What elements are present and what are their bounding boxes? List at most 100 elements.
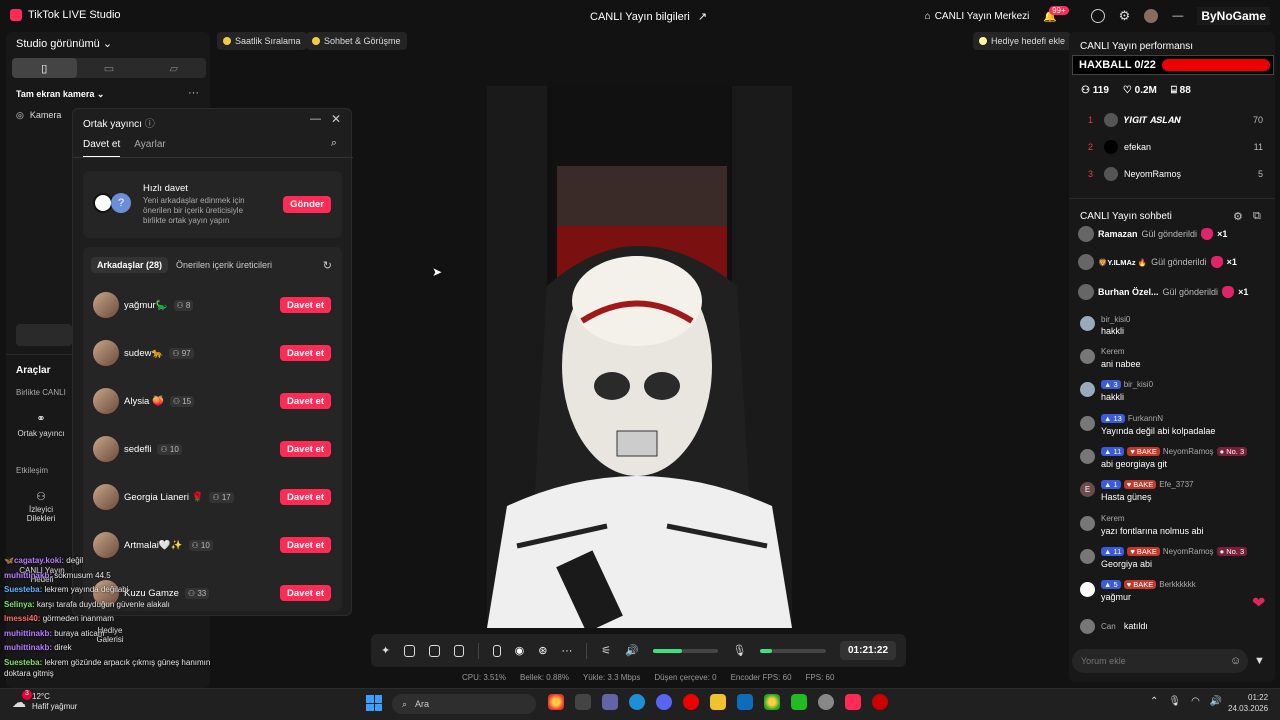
folder-icon[interactable] xyxy=(710,694,726,710)
chat-user: ▲ 3 bir_kisi0 xyxy=(1101,380,1153,389)
mail-icon[interactable] xyxy=(737,694,753,710)
landscape-layout-button[interactable]: ▭ xyxy=(77,58,142,78)
magic-wand-icon[interactable]: ✦ xyxy=(381,644,390,657)
chat-user: ▲ 11 ♥ BAKE NeyomRamoş ● No. 3 xyxy=(1101,447,1248,456)
gift-goal-chip[interactable]: Hediye hedefi ekle xyxy=(973,32,1072,50)
viewer-requests-tool[interactable]: ⚇ İzleyici Dilekleri xyxy=(12,490,70,530)
wifi-icon[interactable]: ◠ xyxy=(1191,696,1200,707)
chrome-profile-icon[interactable] xyxy=(764,694,780,710)
notifications-button[interactable]: 🔔 99+ xyxy=(1043,5,1076,23)
opera-icon[interactable] xyxy=(683,694,699,710)
portrait-layout-button[interactable]: ▯ xyxy=(12,58,77,78)
scene-dropdown[interactable]: Tam ekran kamera ⌄ xyxy=(16,89,104,100)
gear-icon[interactable]: ⚙ xyxy=(1233,210,1243,223)
divider xyxy=(73,157,353,158)
chat-message[interactable]: Kerem yazı fontlarına nolmus abi xyxy=(1080,514,1270,540)
popout-icon[interactable]: ⧉ xyxy=(1253,210,1261,223)
more-icon[interactable]: ··· xyxy=(188,87,199,99)
comment-input[interactable] xyxy=(1072,649,1248,673)
capture-icon[interactable]: ⊛ xyxy=(538,644,547,657)
help-icon[interactable] xyxy=(1090,9,1105,23)
emoji-icon[interactable]: ☺ xyxy=(1230,655,1241,667)
effects-icon[interactable] xyxy=(404,644,415,657)
help-icon[interactable]: ⓘ xyxy=(145,119,155,130)
chat-message[interactable]: ▲ 11 ♥ BAKE NeyomRamoş ● No. 3 Georgiya abi xyxy=(1080,547,1270,573)
refresh-icon[interactable]: ↻ xyxy=(323,259,332,272)
avatar: E xyxy=(1080,482,1095,497)
record-icon[interactable]: ◉ xyxy=(515,644,525,657)
volume-slider[interactable] xyxy=(652,648,719,653)
avatar[interactable] xyxy=(1144,9,1159,23)
clock[interactable]: 01:22 24.03.2026 xyxy=(1228,692,1268,714)
ranking-row[interactable]: 3 NeyomRamoş 5 xyxy=(1088,164,1263,184)
quick-invite-card: ? Hızlı davet Yeni arkadaşlar edinmek iç… xyxy=(83,171,342,238)
file-explorer-icon[interactable] xyxy=(575,694,591,710)
invite-button[interactable]: Davet et xyxy=(280,297,331,313)
tab-invite[interactable]: Davet et xyxy=(83,139,121,158)
add-source-button[interactable] xyxy=(16,324,72,346)
ranking-row[interactable]: 1 𝒀𝑰𝑮𝑰𝑻 𝑨𝑺𝑳𝑨𝑵 70 xyxy=(1088,110,1263,130)
streamer-preview-image xyxy=(487,86,792,628)
taskbar-search[interactable]: ⌕ Ara xyxy=(392,694,536,714)
invite-button[interactable]: Davet et xyxy=(280,585,331,601)
add-media-icon[interactable] xyxy=(453,644,465,657)
minimize-icon[interactable]: — xyxy=(310,113,321,125)
chat-message[interactable]: Kerem ani nabee xyxy=(1080,347,1270,373)
live-info-button[interactable]: CANLI Yayın bilgileri ↗ xyxy=(590,10,707,24)
status-line: CPU: 3.51% Bellek: 0.88% Yükle: 3.3 Mbps… xyxy=(462,673,834,682)
chevron-up-icon[interactable]: ⌃ xyxy=(1150,696,1158,707)
chat-message[interactable]: ▲ 5 ♥ BAKE Berkkkkkk yağmur xyxy=(1080,580,1270,606)
studio-view-label: Studio görünümü xyxy=(16,38,100,50)
search-icon[interactable]: ⌕ xyxy=(331,137,337,150)
teams-icon[interactable] xyxy=(602,694,618,710)
chat-message[interactable]: E ▲ 1 ♥ BAKE Efe_3737 Hasta güneş xyxy=(1080,480,1270,506)
invite-button[interactable]: Davet et xyxy=(280,537,331,553)
overlay-chat-line: doktara gitmiş xyxy=(4,669,54,678)
ranking-row[interactable]: 2 efekan 11 xyxy=(1088,137,1263,157)
chat-message[interactable]: ▲ 11 ♥ BAKE NeyomRamoş ● No. 3 abi georgiaya… xyxy=(1080,447,1270,473)
speaker-icon[interactable]: 🔊 xyxy=(625,644,639,657)
invite-button[interactable]: Davet et xyxy=(280,345,331,361)
overlay-text: doktara gitmiş xyxy=(4,669,54,678)
phone-icon[interactable] xyxy=(493,644,501,657)
hourly-ranking-chip[interactable]: Saatlik Sıralama xyxy=(217,32,307,50)
chat-meet-chip[interactable]: Sohbet & Görüşme xyxy=(306,32,407,50)
discord-icon[interactable] xyxy=(656,694,672,710)
invite-button[interactable]: Davet et xyxy=(280,489,331,505)
cohost-tool[interactable]: ⚭ Ortak yayıncı xyxy=(12,412,70,452)
microphone-icon[interactable]: 🎙 xyxy=(1168,696,1181,707)
gear-icon[interactable]: ⚙ xyxy=(1119,8,1131,24)
avatar xyxy=(1104,167,1118,181)
chat-message[interactable]: ▲ 13 FurkannN Yayında değil abi kolpadalae xyxy=(1080,414,1270,440)
live-center-button[interactable]: ⌂ CANLI Yayın Merkezi xyxy=(925,11,1030,22)
mic-slider[interactable] xyxy=(760,648,826,653)
chrome-icon[interactable] xyxy=(548,694,564,710)
invite-button[interactable]: Davet et xyxy=(280,441,331,457)
viewer-requests-label: İzleyici Dilekleri xyxy=(26,505,56,523)
tab-settings[interactable]: Ayarlar xyxy=(134,139,166,158)
steam-icon[interactable] xyxy=(818,694,834,710)
camera-source[interactable]: ◎ Kamera xyxy=(16,110,61,121)
mixer-icon[interactable]: ⚟ xyxy=(601,644,611,657)
youtube-icon[interactable] xyxy=(872,694,888,710)
speaker-icon[interactable]: 🔊 xyxy=(1210,696,1222,707)
windows-start-icon[interactable] xyxy=(366,695,382,711)
send-button[interactable]: Gönder xyxy=(283,196,331,213)
edge-icon[interactable] xyxy=(629,694,645,710)
studio-view-dropdown[interactable]: Studio görünümü ⌄ xyxy=(16,37,112,50)
weather-widget[interactable]: ☁ 3 12°C Hafif yağmur xyxy=(12,689,77,712)
tiktok-studio-icon[interactable] xyxy=(845,694,861,710)
more-icon[interactable]: ··· xyxy=(561,645,572,657)
chat-message[interactable]: ▲ 3 bir_kisi0 hakkli xyxy=(1080,380,1270,406)
chat-message[interactable]: bir_kisi0 hakkli xyxy=(1080,314,1270,340)
microphone-icon[interactable]: 🎙 xyxy=(732,644,746,657)
minimize-icon[interactable]: — xyxy=(1172,10,1183,22)
filter-icon[interactable]: ▼ xyxy=(1254,655,1265,667)
ai-icon[interactable] xyxy=(428,644,440,657)
tab-suggested-creators[interactable]: Önerilen içerik üreticileri xyxy=(176,260,272,270)
app-icon[interactable] xyxy=(791,694,807,710)
close-icon[interactable]: ✕ xyxy=(331,112,341,126)
tilt-layout-button[interactable]: ▱ xyxy=(141,58,206,78)
invite-button[interactable]: Davet et xyxy=(280,393,331,409)
tab-friends[interactable]: Arkadaşlar (28) xyxy=(91,257,169,273)
